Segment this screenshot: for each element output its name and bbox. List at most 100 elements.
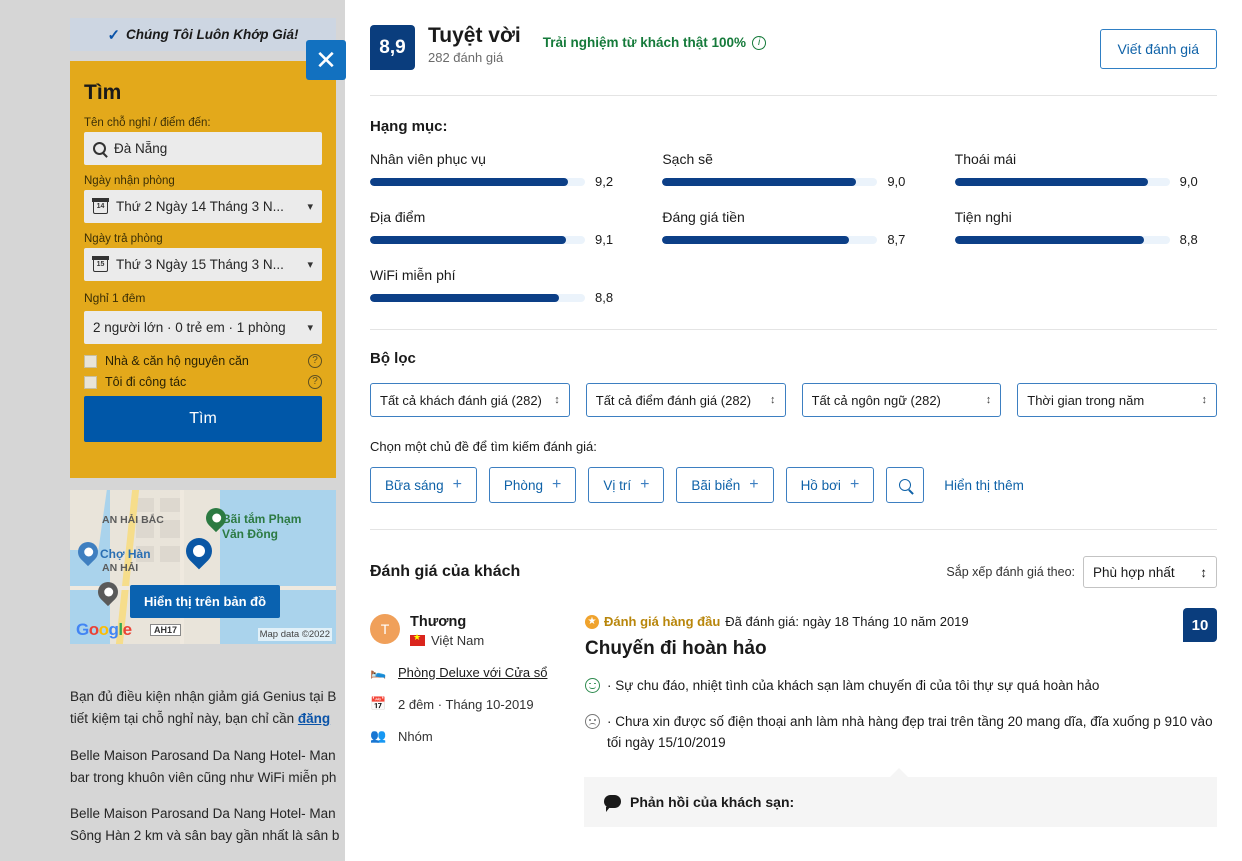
price-match-banner: ✓ Chúng Tôi Luôn Khớp Giá! [70,18,336,51]
rating-bar [954,177,1170,186]
filter-entire-homes-row[interactable]: Nhà & căn hộ nguyên căn ? [84,354,322,368]
category-item: Địa điểm 9,1 [370,209,632,247]
review-summary-header: 8,9 Tuyệt vời 282 đánh giá Trải nghiệm t… [370,0,1217,70]
country-name: Việt Nam [431,633,485,648]
checkbox-entire-homes[interactable] [84,354,97,368]
desc-line-4: Sông Hàn 2 km và sân bay gần nhất là sân… [70,828,340,844]
category-item: Sạch sẽ 9,0 [662,151,924,189]
calendar-icon: 📅 [370,696,387,711]
category-name: Sạch sẽ [662,151,713,167]
chip-label: Vị trí [603,477,632,493]
hotel-reply-title-row: Phản hồi của khách sạn: [604,793,1197,813]
filters-title: Bộ lọc [370,350,416,367]
topic-chip-pool[interactable]: Hồ bơi + [785,467,875,503]
checkout-picker[interactable]: 15 Thứ 3 Ngày 15 Tháng 3 N... ▾ [84,248,322,281]
filter-language-label: Tất cả ngôn ngữ (282) [811,392,941,408]
rating-bar [370,235,585,244]
rating-bar [370,177,585,186]
categories-title: Hạng mục: [370,118,448,135]
review-item: T Thương Việt Nam 🛌 Phòng Deluxe với Cửa… [370,608,1217,827]
checkbox-business-travel[interactable] [84,375,97,389]
traveller-type: Nhóm [398,728,433,744]
updown-icon: ↕ [770,393,776,406]
review-negative: · Chưa xin được số điện thoại anh làm nh… [585,712,1217,753]
map-road [180,490,184,644]
destination-label: Tên chỗ nghỉ / điểm đến: [84,117,211,129]
top-review-badge: Đánh giá hàng đầu [604,614,721,629]
review-date: Đã đánh giá: ngày 18 Tháng 10 năm 2019 [725,614,969,629]
divider [370,95,1217,96]
write-review-button[interactable]: Viết đánh giá [1099,29,1217,69]
route-badge: AH17 [150,624,182,636]
happy-face-icon [585,678,600,693]
topic-chip-beach[interactable]: Bãi biển + [676,467,774,503]
room-type-link[interactable]: Phòng Deluxe với Cửa sổ [398,665,547,680]
filter-guest-type[interactable]: Tất cả khách đánh giá (282) ↕ [370,383,570,417]
rating-bar-fill [954,177,1149,186]
updown-icon: ↕ [1201,393,1208,406]
reviewer-name: Thương [410,614,467,630]
occupancy-picker[interactable]: 2 người lớn · 0 trẻ em · 1 phòng ▾ [84,311,322,344]
real-experience-note: Trải nghiệm từ khách thật 100% i [543,35,767,50]
rating-bar-fill [370,293,560,302]
map-label: AN HẢI [102,562,139,574]
hotel-reply-title: Phản hồi của khách sạn: [630,793,795,810]
desc-line-3: Belle Maison Parosand Da Nang Hotel- Man [70,806,336,822]
review-content: 10 ★ Đánh giá hàng đầu Đã đánh giá: ngày… [584,608,1217,827]
speech-bubble-icon [604,795,621,813]
help-icon[interactable]: ? [308,354,322,368]
rating-bar-fill [662,235,850,244]
help-icon[interactable]: ? [308,375,322,389]
plus-icon: + [849,476,860,493]
genius-line-1: Bạn đủ điều kiện nhận giảm giá Genius tạ… [70,689,337,704]
destination-input[interactable]: Đà Nẵng [84,132,322,165]
rating-bar-fill [662,177,856,186]
signin-link[interactable]: đăng [298,711,330,726]
filter-time-of-year-label: Thời gian trong năm [1027,392,1145,408]
review-count: 282 đánh giá [428,50,504,66]
search-panel-title: Tìm [84,81,122,104]
category-name: Thoái mái [954,151,1017,167]
category-value: 8,7 [887,232,906,247]
filter-score[interactable]: Tất cả điểm đánh giá (282) ↕ [585,383,786,417]
review-score-badge: 10 [1183,608,1217,642]
topic-search-label: Chọn một chủ đề để tìm kiếm đánh giá: [370,439,597,454]
filter-business-row[interactable]: Tôi đi công tác ? [84,375,322,389]
close-modal-button[interactable]: ✕ [306,40,346,80]
topic-chip-room[interactable]: Phòng + [488,467,577,503]
plus-icon: + [551,476,562,493]
divider [370,529,1217,530]
search-submit-button[interactable]: Tìm [84,396,322,442]
map-thumbnail[interactable]: AN HẢI BẮC Bãi tắm Phạm Văn Đồng Chợ Hàn… [70,490,336,644]
sort-select[interactable]: Phù hợp nhất ↕ [1083,556,1217,588]
category-name: Nhân viên phục vụ [370,151,486,167]
info-icon[interactable]: i [752,35,767,50]
checkin-picker[interactable]: 14 Thứ 2 Ngày 14 Tháng 3 N... ▾ [84,190,322,223]
filter-language[interactable]: Tất cả ngôn ngữ (282) ↕ [801,383,1002,417]
category-item: Tiện nghi 8,8 [954,209,1217,247]
chip-label: Phòng [503,477,543,493]
show-on-map-button[interactable]: Hiển thị trên bản đồ [130,585,281,618]
checkout-label: Ngày trả phòng [84,233,163,245]
guest-reviews-header: Đánh giá của khách Sắp xếp đánh giá theo… [370,556,1217,588]
topic-chip-location[interactable]: Vị trí + [588,467,665,503]
filter-time-of-year[interactable]: Thời gian trong năm ↕ [1017,383,1217,417]
overall-score-badge: 8,9 [370,25,415,70]
category-value: 9,2 [595,174,614,189]
category-name: Đáng giá tiền [662,209,745,225]
topic-chip-breakfast[interactable]: Bữa sáng + [370,467,477,503]
review-headline: Chuyến đi hoàn hảo [585,638,767,659]
plus-icon: + [640,476,650,493]
rating-bar-fill [370,235,566,244]
checkout-value: Thứ 3 Ngày 15 Tháng 3 N... [116,257,284,272]
category-item: Đáng giá tiền 8,7 [662,209,924,247]
updown-icon: ↕ [985,393,992,406]
topic-chips: Bữa sáng + Phòng + Vị trí + Bãi biển + H… [370,467,1217,503]
show-more-topics-link[interactable]: Hiển thị thêm [944,478,1024,493]
reviews-modal: 8,9 Tuyệt vời 282 đánh giá Trải nghiệm t… [345,0,1242,861]
chevron-down-icon: ▾ [307,322,313,334]
destination-value: Đà Nẵng [114,141,168,156]
checkin-label: Ngày nhận phòng [84,175,175,187]
topic-search-button[interactable] [886,467,925,503]
map-attribution: Map data ©2022 [257,628,332,641]
